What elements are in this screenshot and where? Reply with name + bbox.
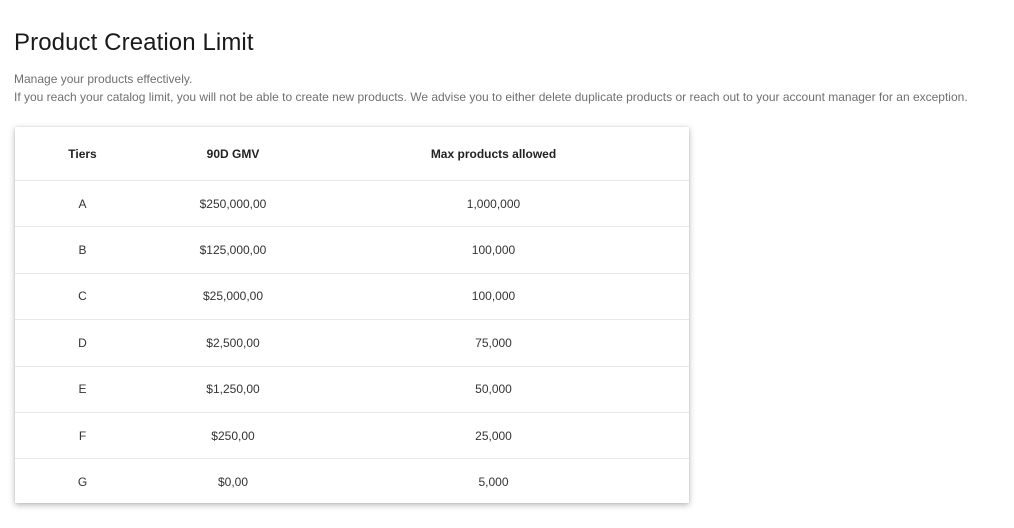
tier-cell: F bbox=[15, 412, 150, 460]
tier-cell: G bbox=[77, 475, 88, 490]
max-products-cell: 5,000 bbox=[478, 475, 509, 490]
page-title: Product Creation Limit bbox=[14, 29, 254, 56]
table-row: B $125,000,00 100,000 bbox=[15, 226, 689, 274]
description-line-2: If you reach your catalog limit, you wil… bbox=[14, 90, 968, 104]
column-header-spacer bbox=[671, 127, 689, 181]
gmv-cell: $250,00 bbox=[150, 412, 316, 460]
spacer-cell bbox=[671, 319, 689, 367]
description-line-1: Manage your products effectively. bbox=[14, 72, 193, 86]
tier-cell: A bbox=[15, 180, 150, 228]
gmv-cell: $250,000,00 bbox=[150, 180, 316, 228]
tier-limits-table: Tiers 90D GMV Max products allowed A $25… bbox=[15, 127, 689, 505]
table-row: G $0,00 5,000 bbox=[15, 459, 689, 505]
page: Product Creation Limit Manage your produ… bbox=[0, 0, 1014, 528]
table-row: F $250,00 25,000 bbox=[15, 412, 689, 460]
column-header-tiers: Tiers bbox=[15, 127, 150, 181]
max-products-cell: 50,000 bbox=[316, 366, 671, 413]
column-header-90d-gmv: 90D GMV bbox=[150, 127, 316, 181]
table-row: C $25,000,00 100,000 bbox=[15, 273, 689, 321]
spacer-cell bbox=[671, 273, 689, 321]
page-description: Manage your products effectively. If you… bbox=[14, 70, 968, 106]
gmv-cell: $125,000,00 bbox=[150, 226, 316, 274]
gmv-cell: $1,250,00 bbox=[150, 366, 316, 413]
max-products-cell: 25,000 bbox=[316, 412, 671, 460]
max-products-cell: 100,000 bbox=[316, 226, 671, 274]
tier-cell: B bbox=[15, 226, 150, 274]
spacer-cell bbox=[671, 366, 689, 413]
max-products-cell: 100,000 bbox=[316, 273, 671, 321]
tier-cell: E bbox=[15, 366, 150, 413]
table-row: D $2,500,00 75,000 bbox=[15, 319, 689, 367]
gmv-cell: $25,000,00 bbox=[150, 273, 316, 321]
tier-cell: D bbox=[15, 319, 150, 367]
table-header-row: Tiers 90D GMV Max products allowed bbox=[15, 127, 689, 181]
spacer-cell bbox=[671, 226, 689, 274]
tier-cell: C bbox=[15, 273, 150, 321]
gmv-cell: $0,00 bbox=[217, 475, 249, 490]
column-header-max-products: Max products allowed bbox=[316, 127, 671, 181]
spacer-cell bbox=[671, 459, 689, 505]
max-products-cell: 75,000 bbox=[316, 319, 671, 367]
gmv-cell: $2,500,00 bbox=[150, 319, 316, 367]
spacer-cell bbox=[671, 180, 689, 228]
spacer-cell bbox=[671, 412, 689, 460]
table-row: A $250,000,00 1,000,000 bbox=[15, 180, 689, 228]
tier-limits-table-card: Tiers 90D GMV Max products allowed A $25… bbox=[15, 127, 689, 503]
max-products-cell: 1,000,000 bbox=[316, 180, 671, 228]
table-row: E $1,250,00 50,000 bbox=[15, 366, 689, 413]
